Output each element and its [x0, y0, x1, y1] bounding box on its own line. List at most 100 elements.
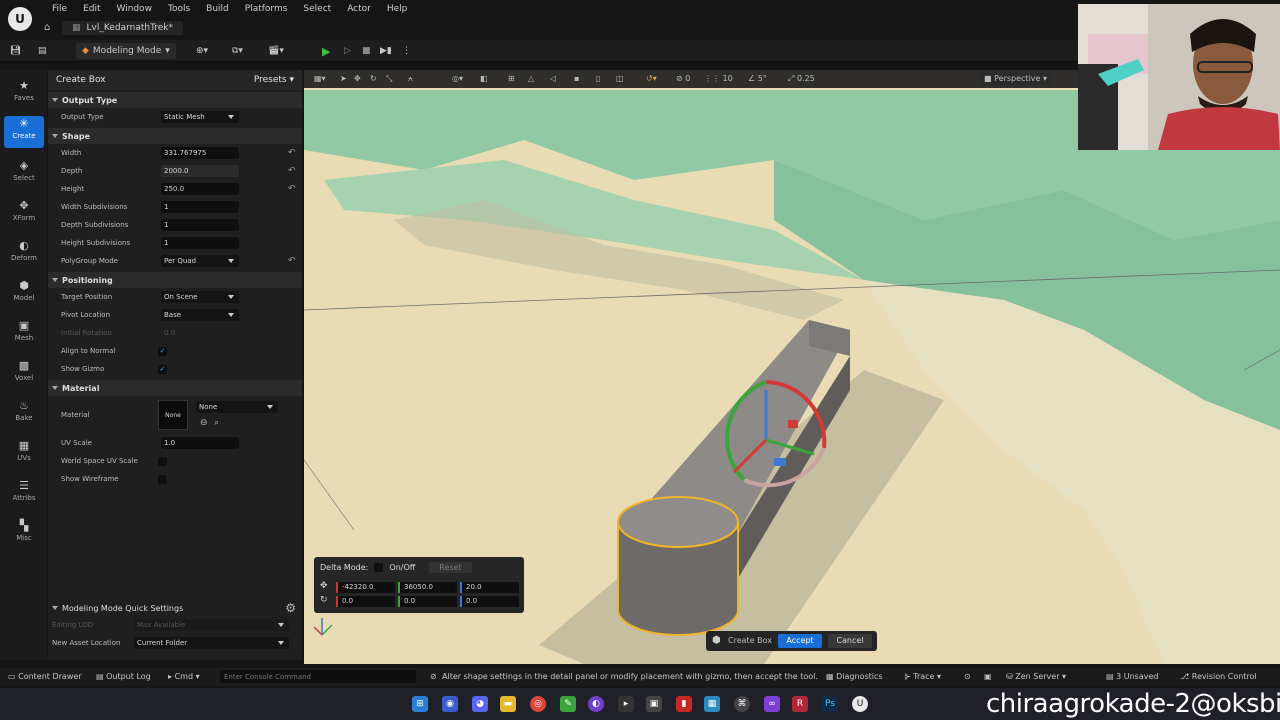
menu-build[interactable]: Build: [198, 3, 237, 15]
play-icon[interactable]: ▶: [322, 43, 330, 59]
material-thumbnail[interactable]: None: [158, 400, 188, 430]
strip-deform[interactable]: ◐ Deform: [4, 238, 44, 270]
reset-icon[interactable]: ↶: [288, 148, 296, 158]
menu-select[interactable]: Select: [295, 3, 339, 15]
delta-reset-button[interactable]: Reset: [429, 561, 472, 573]
strip-xform[interactable]: ✥ XForm: [4, 198, 44, 230]
delta-rot-z[interactable]: 0.0: [460, 596, 519, 607]
show-gizmo-checkbox[interactable]: ✓: [158, 364, 167, 374]
angle-value[interactable]: ⊘ 0: [676, 73, 690, 85]
height-subdiv-field[interactable]: 1: [161, 237, 239, 249]
delta-loc-z[interactable]: 20.0: [460, 582, 519, 593]
surface-snap-icon[interactable]: ⍲: [408, 73, 413, 85]
vertex-snap-icon[interactable]: △: [528, 73, 534, 85]
output-log-button[interactable]: ▤ Output Log: [96, 671, 151, 683]
cinematics-icon[interactable]: 🎬︎▾: [268, 43, 284, 59]
file-explorer-icon[interactable]: ▬: [500, 696, 516, 712]
snap-icon[interactable]: ⊞: [508, 73, 515, 85]
browse-icon[interactable]: ⌕: [214, 418, 219, 428]
store-icon[interactable]: ▦: [704, 696, 720, 712]
depth-subdiv-field[interactable]: 1: [161, 219, 239, 231]
use-selected-icon[interactable]: ⊖: [200, 418, 208, 428]
perspective-dropdown[interactable]: ■ Perspective ▾: [980, 73, 1052, 85]
photos-icon[interactable]: ▣: [646, 696, 662, 712]
revision-control-button[interactable]: ⎇ Revision Control: [1180, 671, 1257, 683]
stop-icon[interactable]: ■: [362, 43, 371, 59]
media-icon[interactable]: ▮: [676, 696, 692, 712]
strip-create[interactable]: ✳ Create: [4, 116, 44, 148]
derived-data-icon[interactable]: ▣: [984, 671, 992, 683]
depth-field[interactable]: 2000.0: [161, 165, 239, 177]
console-command-input[interactable]: [220, 670, 416, 683]
strip-select[interactable]: ◈ Select: [4, 158, 44, 190]
github-icon[interactable]: ◐: [588, 696, 604, 712]
reset-icon[interactable]: ↶: [288, 166, 296, 176]
save-icon[interactable]: 💾︎: [10, 43, 21, 59]
menu-actor[interactable]: Actor: [339, 3, 379, 15]
pivot-location-dropdown[interactable]: Base: [161, 309, 239, 321]
diagnostics-button[interactable]: ▦ Diagnostics: [826, 671, 883, 683]
content-browse-icon[interactable]: ▤: [38, 43, 47, 59]
section-output-type[interactable]: Output Type: [48, 92, 302, 108]
polygroup-dropdown[interactable]: Per Quad: [161, 255, 239, 267]
quick-settings-header[interactable]: Modeling Mode Quick Settings ⚙: [48, 600, 302, 616]
align-normal-checkbox[interactable]: ✓: [158, 346, 167, 356]
scale-snap[interactable]: ⤢ 0.25: [788, 73, 815, 85]
width-field[interactable]: 331.767975: [161, 147, 239, 159]
app-icon[interactable]: ◉: [442, 696, 458, 712]
camera-speed-icon[interactable]: ◁: [550, 73, 556, 85]
asset-location-dropdown[interactable]: Current Folder: [134, 637, 289, 649]
strip-mesh[interactable]: ▣ Mesh: [4, 318, 44, 350]
launch-icon[interactable]: ▶▮: [380, 43, 392, 59]
zen-server-dropdown[interactable]: ⛁ Zen Server ▾: [1006, 671, 1066, 683]
delta-rot-y[interactable]: 0.0: [398, 596, 457, 607]
strip-uvs[interactable]: ▦ UVs: [4, 438, 44, 470]
notepad-icon[interactable]: ✎: [560, 696, 576, 712]
cancel-button[interactable]: Cancel: [828, 634, 872, 648]
grid-snap[interactable]: ⋮⋮ 10: [704, 73, 733, 85]
width-subdiv-field[interactable]: 1: [161, 201, 239, 213]
windows-start-icon[interactable]: ⊞: [412, 696, 428, 712]
chrome-icon[interactable]: ◎: [530, 696, 546, 712]
scale-icon[interactable]: ⤡: [386, 73, 392, 85]
strip-voxel[interactable]: ▩ Voxel: [4, 358, 44, 390]
output-type-dropdown[interactable]: Static Mesh: [161, 111, 239, 123]
reset-icon[interactable]: ↶: [288, 256, 296, 266]
world-uv-checkbox[interactable]: [158, 456, 167, 466]
unsaved-button[interactable]: ▤ 3 Unsaved: [1106, 671, 1158, 683]
photoshop-icon[interactable]: Ps: [822, 696, 838, 712]
presets-dropdown[interactable]: Presets ▾: [254, 75, 294, 85]
delta-onoff-checkbox[interactable]: [374, 562, 384, 572]
strip-attribs[interactable]: ☰ Attribs: [4, 478, 44, 510]
strip-faves[interactable]: ★ Faves: [4, 78, 44, 110]
more-options-icon[interactable]: ⋮: [402, 43, 411, 59]
select-mode-icon[interactable]: ➤: [340, 73, 347, 85]
unreal-logo-icon[interactable]: U: [8, 7, 32, 31]
discord-icon[interactable]: ◕: [472, 696, 488, 712]
menu-help[interactable]: Help: [379, 3, 416, 15]
layout-icon[interactable]: ◫: [616, 73, 624, 85]
visual-studio-icon[interactable]: ∞: [764, 696, 780, 712]
distribute-icon[interactable]: ▯: [596, 73, 600, 85]
delta-loc-x[interactable]: -42320.0: [336, 582, 395, 593]
rotation-snap[interactable]: ∠ 5°: [748, 73, 767, 85]
strip-misc[interactable]: ▚ Misc: [4, 518, 44, 550]
mode-dropdown[interactable]: ◆ Modeling Mode ▾: [76, 43, 176, 59]
section-positioning[interactable]: Positioning: [48, 272, 302, 288]
rotate-icon[interactable]: ↻: [370, 73, 377, 85]
gear-icon[interactable]: ⚙: [285, 601, 296, 615]
step-icon[interactable]: ▷: [344, 43, 351, 59]
menu-platforms[interactable]: Platforms: [237, 3, 296, 15]
menu-edit[interactable]: Edit: [75, 3, 108, 15]
add-actor-icon[interactable]: ⊕▾: [196, 43, 208, 59]
height-field[interactable]: 250.0: [161, 183, 239, 195]
delta-rot-x[interactable]: 0.0: [336, 596, 395, 607]
world-local-icon[interactable]: ◎▾: [452, 73, 463, 85]
blueprint-icon[interactable]: ⧉▾: [232, 43, 243, 59]
material-dropdown[interactable]: None: [196, 401, 278, 413]
unreal-engine-icon[interactable]: U: [852, 696, 868, 712]
reset-icon[interactable]: ↶: [288, 184, 296, 194]
content-drawer-button[interactable]: ▭ Content Drawer: [8, 671, 82, 683]
settings-icon[interactable]: ⊙: [964, 671, 971, 683]
trace-dropdown[interactable]: ⊱ Trace ▾: [904, 671, 941, 683]
